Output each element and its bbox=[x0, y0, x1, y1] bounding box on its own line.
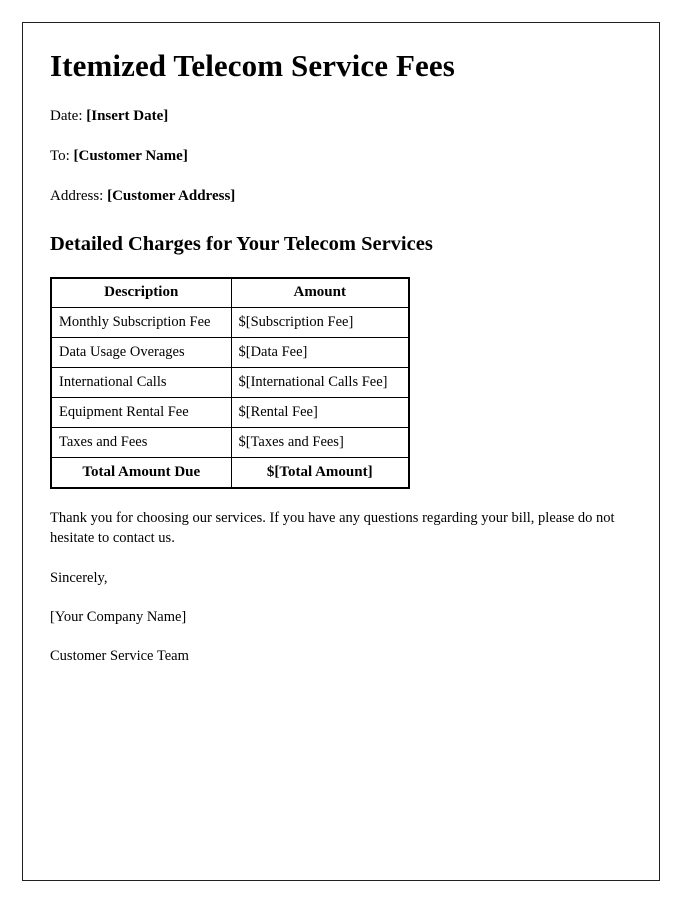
table-row: Equipment Rental Fee $[Rental Fee] bbox=[50, 396, 410, 428]
document-page: Itemized Telecom Service Fees Date: [Ins… bbox=[22, 22, 660, 881]
closing-paragraph: Thank you for choosing our services. If … bbox=[50, 510, 615, 546]
cell-amount: $[Rental Fee] bbox=[230, 396, 410, 428]
cell-amount: $[Taxes and Fees] bbox=[230, 426, 410, 458]
signature-company-name: [Your Company Name] bbox=[50, 609, 187, 626]
page-title: Itemized Telecom Service Fees bbox=[50, 48, 455, 83]
cell-total-label: Total Amount Due bbox=[50, 456, 232, 489]
meta-label-date: Date: bbox=[50, 108, 83, 125]
cell-total-amount: $[Total Amount] bbox=[230, 456, 410, 489]
meta-value-to: [Customer Name] bbox=[73, 148, 188, 165]
cell-amount: $[Data Fee] bbox=[230, 336, 410, 368]
table-row: Data Usage Overages $[Data Fee] bbox=[50, 336, 410, 368]
cell-amount: $[Subscription Fee] bbox=[230, 306, 410, 338]
cell-description: Equipment Rental Fee bbox=[50, 396, 232, 428]
column-header-description: Description bbox=[50, 277, 232, 308]
cell-description: Taxes and Fees bbox=[50, 426, 232, 458]
table-header-row: Description Amount bbox=[50, 277, 410, 308]
meta-label-address: Address: bbox=[50, 188, 104, 205]
meta-value-date: [Insert Date] bbox=[86, 108, 169, 125]
table-row: International Calls $[International Call… bbox=[50, 366, 410, 398]
meta-field-address: Address: [Customer Address] bbox=[50, 187, 633, 205]
cell-description: Data Usage Overages bbox=[50, 336, 232, 368]
meta-field-date: Date: [Insert Date] bbox=[50, 107, 633, 125]
table-total-row: Total Amount Due $[Total Amount] bbox=[50, 456, 410, 489]
table-row: Taxes and Fees $[Taxes and Fees] bbox=[50, 426, 410, 458]
document-body: Itemized Telecom Service Fees Date: [Ins… bbox=[23, 23, 659, 666]
cell-description: Monthly Subscription Fee bbox=[50, 306, 232, 338]
cell-amount: $[International Calls Fee] bbox=[230, 366, 410, 398]
signature-salutation: Sincerely, bbox=[50, 569, 108, 586]
column-header-amount: Amount bbox=[230, 277, 410, 308]
table-row: Monthly Subscription Fee $[Subscription … bbox=[50, 306, 410, 338]
section-heading: Detailed Charges for Your Telecom Servic… bbox=[50, 233, 433, 256]
meta-label-to: To: bbox=[50, 148, 70, 165]
signature-team: Customer Service Team bbox=[50, 648, 189, 665]
cell-description: International Calls bbox=[50, 366, 232, 398]
meta-field-to: To: [Customer Name] bbox=[50, 147, 633, 165]
meta-value-address: [Customer Address] bbox=[107, 188, 236, 205]
charges-table: Description Amount Monthly Subscription … bbox=[50, 276, 410, 490]
